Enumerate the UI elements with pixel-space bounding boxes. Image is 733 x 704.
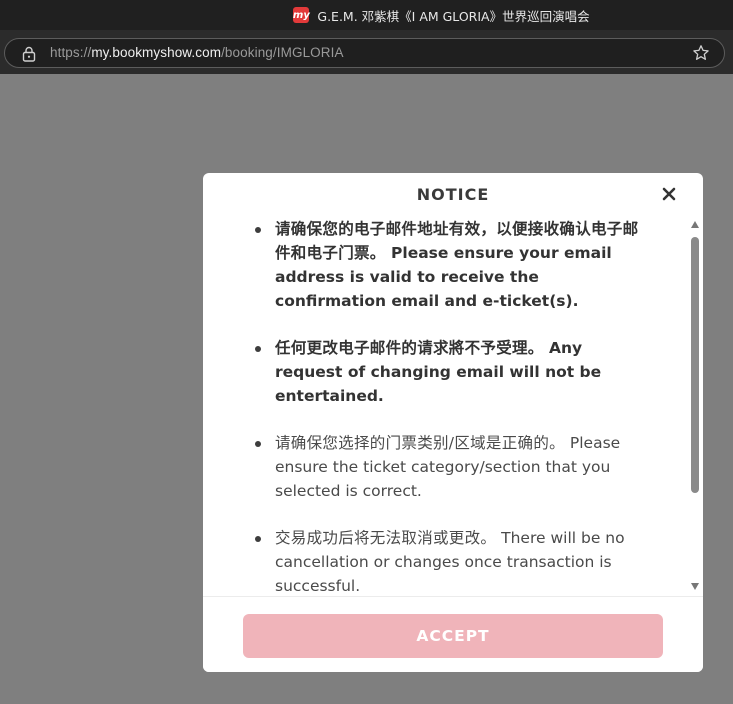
scroll-down-arrow-icon[interactable] — [691, 583, 699, 590]
window-title: G.E.M. 邓紫棋《I AM GLORIA》世界巡回演唱会 — [317, 8, 590, 24]
window-titlebar: my G.E.M. 邓紫棋《I AM GLORIA》世界巡回演唱会 — [0, 0, 733, 30]
url-path: /booking/IMGLORIA — [221, 45, 344, 60]
notice-item-zh: 交易成功后将无法取消或更改。 — [275, 529, 497, 547]
notice-item: 任何更改电子邮件的请求將不予受理。 Any request of changin… — [255, 336, 647, 408]
star-icon[interactable] — [692, 44, 710, 62]
url-domain: my.bookmyshow.com — [91, 45, 222, 60]
notice-content[interactable]: 请确保您的电子邮件地址有效，以便接收确认电子邮件和电子门票。 Please en… — [203, 217, 691, 597]
scroll-up-arrow-icon[interactable] — [691, 221, 699, 228]
notice-item-zh: 任何更改电子邮件的请求將不予受理。 — [275, 339, 544, 357]
address-bar[interactable]: https://my.bookmyshow.com/booking/IMGLOR… — [4, 38, 725, 68]
notice-item-zh: 请确保您选择的门票类别/区域是正确的。 — [275, 434, 565, 452]
content-scrollbar[interactable] — [690, 217, 700, 597]
browser-toolbar: https://my.bookmyshow.com/booking/IMGLOR… — [0, 30, 733, 74]
modal-title: NOTICE — [416, 185, 490, 204]
notice-modal: NOTICE 请确保您的电子邮件地址有效，以便接收确认电子邮件和电子门票。 Pl… — [203, 173, 703, 672]
modal-footer: ACCEPT — [203, 596, 703, 672]
accept-button[interactable]: ACCEPT — [243, 614, 663, 658]
notice-item: 请确保您选择的门票类别/区域是正确的。 Please ensure the ti… — [255, 431, 647, 503]
site-favicon-icon: my — [293, 7, 310, 23]
notice-item: 交易成功后将无法取消或更改。 There will be no cancella… — [255, 526, 647, 597]
lock-icon[interactable] — [22, 46, 36, 62]
url-scheme: https:// — [50, 45, 92, 60]
scroll-thumb[interactable] — [691, 237, 699, 493]
close-icon[interactable] — [661, 186, 677, 202]
notice-item: 请确保您的电子邮件地址有效，以便接收确认电子邮件和电子门票。 Please en… — [255, 217, 647, 313]
url-text[interactable]: https://my.bookmyshow.com/booking/IMGLOR… — [50, 45, 344, 60]
notice-list: 请确保您的电子邮件地址有效，以便接收确认电子邮件和电子门票。 Please en… — [203, 217, 691, 597]
